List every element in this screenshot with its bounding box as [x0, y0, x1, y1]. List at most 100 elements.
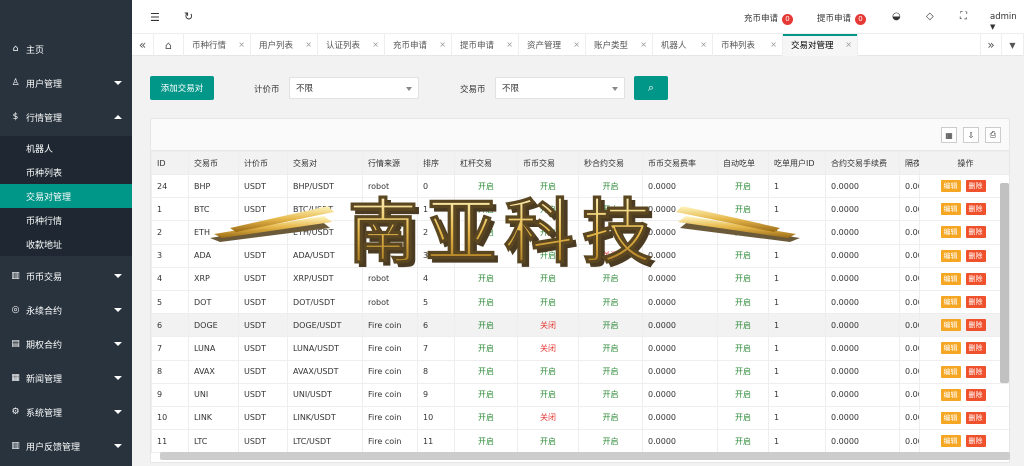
close-icon[interactable]: × — [238, 40, 245, 49]
sidebar-item-market[interactable]: $ 行情管理 — [0, 100, 132, 134]
delete-button[interactable]: 删除 — [965, 365, 986, 378]
tab-withdraw[interactable]: 提币申请 × — [452, 34, 519, 56]
tag-icon[interactable]: ◇ — [926, 11, 934, 22]
delete-button[interactable]: 删除 — [965, 435, 986, 448]
close-icon[interactable]: × — [372, 40, 379, 49]
table-cell: 0.0000 — [642, 336, 718, 361]
edit-button[interactable]: 编辑 — [940, 342, 961, 355]
withdraw-request-link[interactable]: 提币申请 0 — [817, 12, 867, 25]
delete-button[interactable]: 删除 — [965, 180, 986, 193]
table-cell: 开启 — [578, 382, 643, 407]
edit-button[interactable]: 编辑 — [940, 365, 961, 378]
column-header: 计价币 — [238, 151, 288, 175]
sidebar-sub-coin-market[interactable]: 币种行情 — [0, 208, 132, 232]
tab-assets[interactable]: 资产管理 × — [519, 34, 586, 56]
edit-button[interactable]: 编辑 — [940, 319, 961, 332]
sidebar-sub-coin-list[interactable]: 币种列表 — [0, 160, 132, 184]
delete-button[interactable]: 删除 — [965, 388, 986, 401]
table-row: 6 DOGE USDT DOGE/USDT Fire coin 6 开启 关闭 开启 0.0000… — [151, 313, 1009, 338]
news-icon: ▦ — [11, 372, 20, 383]
sidebar-sub-address[interactable]: 收款地址 — [0, 232, 132, 256]
trade-coin-select[interactable]: 不限 — [495, 77, 625, 99]
delete-button[interactable]: 删除 — [965, 272, 986, 285]
close-icon[interactable]: × — [640, 40, 647, 49]
tab-home-icon[interactable]: ⌂ — [154, 34, 184, 56]
close-icon[interactable]: × — [506, 40, 513, 49]
delete-button[interactable]: 删除 — [965, 203, 986, 216]
tab-robot[interactable]: 机器人 × — [653, 34, 713, 56]
sidebar-item-label: 系统管理 — [26, 408, 63, 419]
table-cell: LINK — [188, 405, 239, 431]
search-button[interactable]: ⌕ — [634, 76, 668, 100]
fullscreen-icon[interactable]: ⛶ — [960, 11, 967, 22]
theme-icon[interactable]: ◒ — [892, 11, 901, 22]
delete-button[interactable]: 删除 — [965, 226, 986, 239]
edit-button[interactable]: 编辑 — [940, 296, 961, 309]
tab-recharge[interactable]: 充币申请 × — [385, 34, 452, 56]
delete-button[interactable]: 删除 — [965, 319, 986, 332]
actions-cell: 编辑 删除 — [919, 359, 1009, 384]
table-cell: USDT — [238, 313, 288, 338]
edit-button[interactable]: 编辑 — [940, 249, 961, 262]
tab-trade-pair[interactable]: 交易对管理 × — [783, 34, 858, 56]
edit-button[interactable]: 编辑 — [940, 180, 961, 193]
sidebar-item-home[interactable]: ⌂ 主页 — [0, 32, 132, 66]
table-cell: 1 — [768, 405, 826, 431]
table-cell: Fire coin — [362, 359, 418, 384]
export-icon[interactable]: ⇩ — [963, 127, 979, 143]
sidebar-sub-trade-pair[interactable]: 交易对管理 — [0, 184, 132, 208]
recharge-request-link[interactable]: 充币申请 0 — [744, 12, 794, 25]
table-cell: Fire coin — [362, 313, 418, 338]
close-icon[interactable]: × — [770, 40, 777, 49]
delete-button[interactable]: 删除 — [965, 249, 986, 262]
table-cell: 0.0000 — [825, 197, 900, 222]
edit-button[interactable]: 编辑 — [940, 435, 961, 448]
edit-button[interactable]: 编辑 — [940, 226, 961, 239]
menu-toggle-icon[interactable]: ☰ — [150, 11, 160, 24]
columns-icon[interactable]: ▦ — [941, 127, 957, 143]
refresh-icon[interactable]: ↻ — [184, 10, 193, 23]
sidebar-item-users[interactable]: ♙ 用户管理 — [0, 66, 132, 100]
column-header[interactable]: ID — [151, 151, 189, 175]
add-trade-pair-button[interactable]: 添加交易对 — [150, 76, 214, 100]
table-cell: 开启 — [454, 405, 518, 431]
delete-button[interactable]: 删除 — [965, 411, 986, 424]
tab-user-list[interactable]: 用户列表 × — [251, 34, 318, 56]
close-icon[interactable]: × — [439, 40, 446, 49]
sidebar-item-system[interactable]: ⚙ 系统管理 — [0, 395, 132, 429]
edit-button[interactable]: 编辑 — [940, 203, 961, 216]
price-coin-select[interactable]: 不限 — [289, 77, 419, 99]
sidebar-item-news[interactable]: ▦ 新闻管理 — [0, 361, 132, 395]
table-cell: 0.0000 — [642, 359, 718, 384]
tab-account-type[interactable]: 账户类型 × — [586, 34, 653, 56]
sidebar-item-options[interactable]: ▤ 期权合约 — [0, 327, 132, 361]
edit-button[interactable]: 编辑 — [940, 411, 961, 424]
sidebar-item-feedback[interactable]: ▥ 用户反馈管理 — [0, 429, 132, 463]
tab-scroll-right-icon[interactable]: » — [980, 34, 1002, 56]
sidebar-sub-robot[interactable]: 机器人 — [0, 136, 132, 160]
table-cell: 8 — [151, 359, 189, 384]
delete-button[interactable]: 删除 — [965, 296, 986, 309]
close-icon[interactable]: × — [305, 40, 312, 49]
tab-menu-icon[interactable]: ▼ — [1002, 34, 1024, 56]
tab-auth-list[interactable]: 认证列表 × — [318, 34, 385, 56]
user-menu[interactable]: admin ▼ — [990, 12, 1024, 32]
vertical-scrollbar[interactable] — [1000, 183, 1009, 383]
tab-label: 机器人 — [661, 41, 687, 51]
table-cell: 开启 — [578, 429, 643, 454]
delete-button[interactable]: 删除 — [965, 342, 986, 355]
sidebar-item-perpetual[interactable]: ◎ 永续合约 — [0, 293, 132, 327]
print-icon[interactable]: ⎙ — [985, 127, 1001, 143]
close-icon[interactable]: × — [573, 40, 580, 49]
tab-scroll-left-icon[interactable]: « — [132, 34, 154, 56]
close-icon[interactable]: × — [700, 40, 707, 49]
horizontal-scrollbar[interactable] — [160, 452, 1010, 460]
chevron-down-icon: ▼ — [990, 23, 996, 31]
sidebar-item-spot[interactable]: ▥ 币币交易 — [0, 259, 132, 293]
tab-coin-market[interactable]: 币种行情 × — [184, 34, 251, 56]
edit-button[interactable]: 编辑 — [940, 272, 961, 285]
tab-label: 币种行情 — [192, 41, 227, 51]
tab-coin-list[interactable]: 币种列表 × — [713, 34, 783, 56]
edit-button[interactable]: 编辑 — [940, 388, 961, 401]
close-icon[interactable]: × — [845, 40, 852, 49]
